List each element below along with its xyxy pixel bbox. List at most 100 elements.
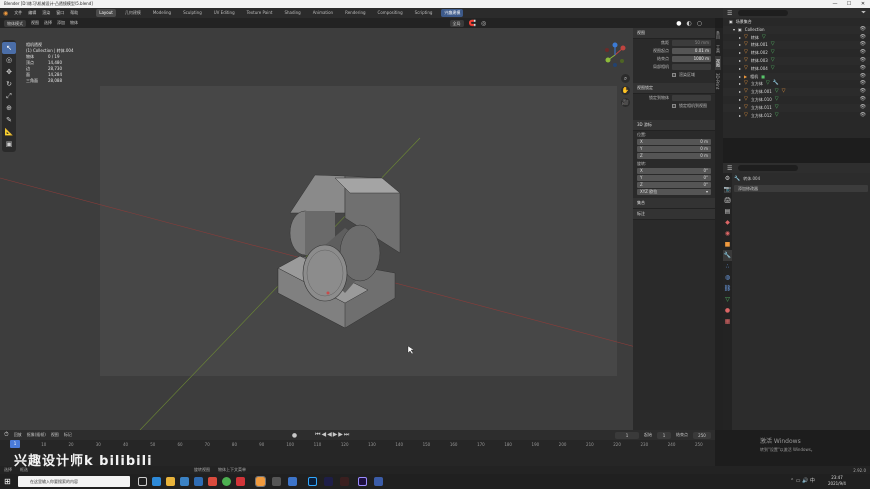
collection-row[interactable]: ▾ ▣ Collection 👁 (723, 25, 870, 34)
annotate-tool-icon[interactable]: ✎ (2, 114, 16, 126)
menu-window[interactable]: 窗口 (56, 10, 64, 16)
app-icon[interactable] (236, 477, 245, 486)
photoshop-icon[interactable] (308, 477, 317, 486)
menu-file[interactable]: 文件 (14, 10, 22, 16)
output-tab-icon[interactable]: 🖨 (723, 195, 732, 206)
minimize-button[interactable]: — (828, 0, 842, 8)
menu-edit[interactable]: 编辑 (28, 10, 36, 16)
properties-search-input[interactable] (738, 165, 799, 171)
transform-orientation-select[interactable]: 全局 (449, 19, 464, 27)
move-tool-icon[interactable]: ✥ (2, 66, 16, 78)
playback-controls[interactable]: ⏮◀◀▶▶⏭ (315, 431, 350, 439)
task-view-icon[interactable] (138, 477, 147, 486)
physics-tab-icon[interactable]: ◍ (723, 272, 732, 283)
tab-animation[interactable]: Animation (310, 9, 336, 17)
world-tab-icon[interactable]: ◉ (723, 228, 732, 239)
lock-to-object-field[interactable]: 锁定到物体 (633, 94, 715, 102)
menu-timeline-view[interactable]: 视图 (51, 432, 59, 438)
cursor-rotation-x[interactable]: X 0° (637, 168, 711, 174)
render-region-checkbox[interactable]: 渲染区域 (633, 71, 715, 79)
clip-start-field[interactable]: 视图起点 0.01 m (633, 47, 715, 55)
texture-tab-icon[interactable]: ▦ (723, 316, 732, 327)
camera-view-icon[interactable]: 🎥 (621, 98, 630, 107)
mode-select[interactable]: 物体模式 (4, 19, 26, 27)
pan-hand-icon[interactable]: ✋ (621, 86, 630, 95)
section-view-lock[interactable]: 视图锁定 (633, 83, 715, 94)
timeline-ruler[interactable]: 0102030405060708090100110120130140150160… (0, 442, 715, 450)
menu-view[interactable]: 视图 (31, 20, 39, 26)
tab-view[interactable]: 视图 (715, 56, 721, 70)
modifier-tab-icon[interactable]: 🔧 (723, 250, 732, 261)
mode-badge[interactable]: 兴趣建模 (441, 9, 464, 17)
snap-icon[interactable]: 🧲 (469, 20, 476, 27)
mail-icon[interactable] (194, 477, 203, 486)
maximize-button[interactable]: ☐ (842, 0, 856, 8)
taskbar-search-input[interactable]: 在这里输入你要搜索的内容 (18, 476, 130, 487)
select-box-tool-icon[interactable]: ↖ (2, 42, 16, 54)
tray-icons[interactable]: ⌃ ▭ 🔊 中 (790, 477, 815, 484)
list-item[interactable]: ▸ ▽ 转体.004 ▽ 👁 (723, 65, 870, 73)
menu-marker[interactable]: 标记 (64, 432, 72, 438)
lock-camera-checkbox[interactable]: 锁定相机到视图 (633, 102, 715, 110)
app-icon[interactable] (340, 477, 349, 486)
tab-3d-print[interactable]: 3D-Print (715, 70, 720, 92)
list-item[interactable]: ▸ ▶ 相机 ■ 👁 (723, 72, 870, 81)
cursor-rotation-z[interactable]: Z 0° (637, 182, 711, 188)
explorer-icon[interactable] (166, 477, 175, 486)
clip-end-field[interactable]: 结束点 1000 m (633, 55, 715, 63)
menu-playback[interactable]: 回放 (14, 432, 22, 438)
list-item[interactable]: ▸ ▽ 立方体.001 ▽ ▽ 👁 (723, 88, 870, 96)
cursor-rotation-y[interactable]: Y 0° (637, 175, 711, 181)
measure-tool-icon[interactable]: 📐 (2, 126, 16, 138)
scale-tool-icon[interactable]: ⤢ (2, 90, 16, 102)
material-tab-icon[interactable]: ● (723, 305, 732, 316)
outliner-display-icon[interactable]: ☰ (727, 10, 732, 17)
3d-viewport[interactable]: ↖ ◎ ✥ ↻ ⤢ ⊕ ✎ 📐 ▣ 相机透视 (1) Collection | … (0, 28, 715, 430)
blender-taskbar-icon[interactable] (255, 476, 266, 487)
menu-object[interactable]: 物体 (70, 20, 78, 26)
store-icon[interactable] (180, 477, 189, 486)
start-frame-field[interactable]: 1 (657, 431, 671, 439)
render-tab-icon[interactable]: 📷 (723, 184, 732, 195)
premiere-icon[interactable] (358, 477, 367, 486)
cursor-tool-icon[interactable]: ◎ (2, 54, 16, 66)
tab-geometry[interactable]: 几何建模 (122, 9, 144, 17)
close-button[interactable]: ✕ (856, 0, 870, 8)
tab-compositing[interactable]: Compositing (375, 9, 406, 17)
app-icon[interactable] (272, 477, 281, 486)
cursor-location-x[interactable]: X0 m (637, 139, 711, 145)
end-frame-field[interactable]: 250 (693, 431, 711, 439)
proportional-edit-icon[interactable]: ◎ (481, 20, 486, 27)
cursor-location-y[interactable]: Y0 m (637, 146, 711, 152)
menu-add[interactable]: 添加 (57, 20, 65, 26)
add-cube-tool-icon[interactable]: ▣ (2, 138, 16, 150)
windows-start-icon[interactable]: ⊞ (4, 477, 11, 486)
list-item[interactable]: ▸ ▽ 转体.003 ▽ 👁 (723, 56, 870, 65)
chrome-icon[interactable] (222, 477, 231, 486)
list-item[interactable]: ▸ ▽ 立方体.011 ▽ 👁 (723, 103, 870, 112)
object-tab-icon[interactable]: ■ (723, 239, 732, 250)
tab-texture-paint[interactable]: Texture Paint (244, 9, 276, 17)
tab-shading[interactable]: Shading (281, 9, 303, 17)
outliner-search-input[interactable] (738, 10, 789, 16)
tab-rendering[interactable]: Rendering (342, 9, 368, 17)
menu-help[interactable]: 帮助 (70, 10, 78, 16)
local-camera-field[interactable]: 局部相机 (633, 63, 715, 71)
view-layer-tab-icon[interactable]: ▤ (723, 206, 732, 217)
menu-select[interactable]: 选择 (44, 20, 52, 26)
tool-tab-icon[interactable]: ⚙ (723, 173, 732, 184)
shading-material-icon[interactable]: ◐ (687, 20, 692, 27)
edge-icon[interactable] (152, 477, 161, 486)
add-modifier-button[interactable]: 添加修改器 (734, 185, 868, 192)
list-item[interactable]: ▸ ▽ 转体 ▽ 👁 (723, 34, 870, 42)
focal-length-field[interactable]: 焦距 50 mm (633, 39, 715, 47)
cursor-location-z[interactable]: Z0 m (637, 153, 711, 159)
list-item[interactable]: ▸ ▽ 转体.001 ▽ 👁 (723, 41, 870, 50)
current-frame-field[interactable]: 1 (615, 431, 639, 439)
section-collections[interactable]: 集合 (633, 198, 715, 209)
app-icon[interactable] (374, 477, 383, 486)
section-view[interactable]: 视图 (633, 28, 715, 39)
list-item[interactable]: ▸ ▽ 转体.002 ▽ 👁 (723, 49, 870, 57)
shading-solid-icon[interactable]: ● (676, 20, 681, 27)
scene-tab-icon[interactable]: ◆ (723, 217, 732, 228)
